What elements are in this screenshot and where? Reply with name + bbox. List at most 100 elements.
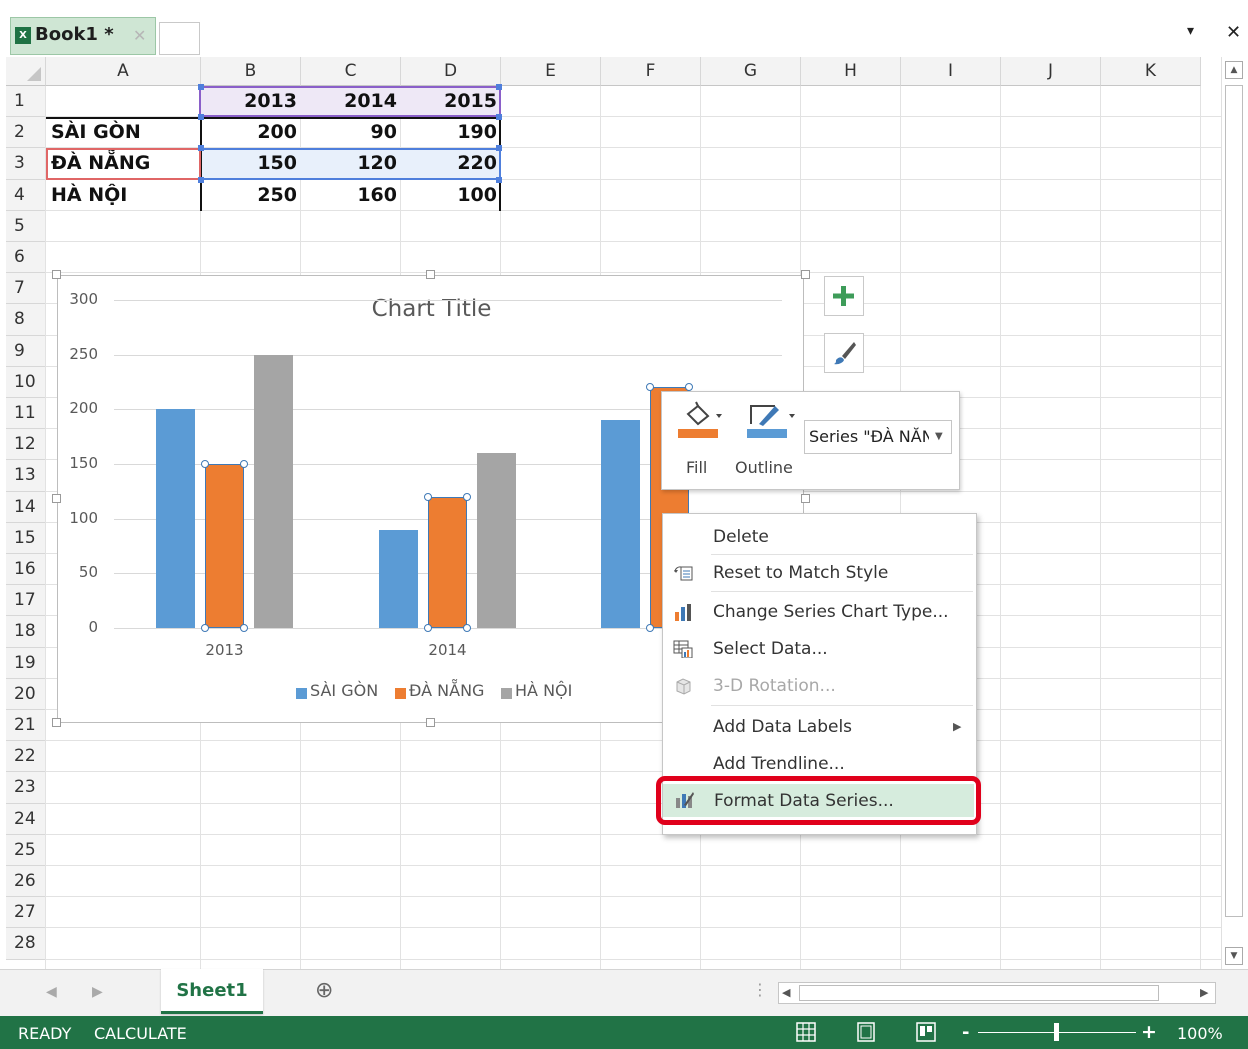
row-header[interactable]: 27 [6, 897, 46, 929]
range-handle[interactable] [496, 84, 502, 90]
zoom-slider-handle[interactable] [1054, 1023, 1059, 1041]
resize-handle[interactable] [426, 270, 435, 279]
add-sheet-icon[interactable]: ⊕ [315, 978, 333, 1003]
tab-sheet1[interactable]: Sheet1 [161, 969, 263, 1014]
range-handle[interactable] [198, 114, 204, 121]
row-header[interactable]: 10 [6, 366, 46, 398]
table-value-cell[interactable]: 190 [401, 117, 501, 148]
range-handle[interactable] [198, 176, 204, 183]
window-close-icon[interactable]: ✕ [1226, 22, 1241, 43]
row-header[interactable]: 16 [6, 554, 46, 586]
splitter-handle[interactable]: ⋮ [752, 980, 768, 999]
page-layout-icon[interactable] [856, 1022, 876, 1042]
row-header[interactable]: 1 [6, 86, 46, 118]
row-header[interactable]: 12 [6, 429, 46, 461]
bar-đà-nẵng-2014[interactable] [428, 496, 467, 628]
row-header[interactable]: 26 [6, 866, 46, 898]
menu-item-reset-to-match-style[interactable]: Reset to Match Style [663, 555, 976, 591]
resize-handle[interactable] [52, 494, 61, 503]
bar-sài-gòn-2014[interactable] [379, 529, 418, 628]
new-workbook-tab[interactable] [159, 22, 200, 55]
range-handle[interactable] [198, 84, 204, 90]
resize-handle[interactable] [801, 270, 810, 279]
row-header[interactable]: 19 [6, 647, 46, 679]
page-break-preview-icon[interactable] [916, 1022, 936, 1042]
scroll-down-icon[interactable]: ▼ [1225, 947, 1243, 965]
row-header[interactable]: 25 [6, 834, 46, 866]
bar-sài-gòn-2013[interactable] [156, 409, 195, 628]
row-header[interactable]: 21 [6, 710, 46, 742]
selection-handle[interactable] [424, 624, 432, 632]
table-row-label[interactable]: HÀ NỘI [49, 180, 201, 211]
row-header[interactable]: 2 [6, 117, 46, 149]
table-value-cell[interactable]: 200 [201, 117, 301, 148]
row-header[interactable]: 13 [6, 460, 46, 492]
range-handle[interactable] [496, 145, 502, 152]
row-header[interactable]: 3 [6, 148, 46, 180]
row-header[interactable]: 28 [6, 928, 46, 960]
zoom-out-button[interactable]: - [962, 1022, 969, 1043]
column-header[interactable]: C [301, 57, 401, 86]
legend-entry[interactable]: ĐÀ NẴNG [409, 681, 484, 700]
horizontal-scrollbar[interactable]: ◀ ▶ [778, 982, 1216, 1004]
selection-handle[interactable] [240, 460, 248, 468]
scroll-up-icon[interactable]: ▲ [1225, 61, 1243, 79]
range-handle[interactable] [198, 145, 204, 152]
column-header[interactable]: B [201, 57, 301, 86]
table-value-cell[interactable]: 90 [301, 117, 401, 148]
bar-sài-gòn-2015[interactable] [601, 420, 640, 628]
series-selector[interactable]: Series "ĐÀ NẴN ▼ [804, 420, 952, 454]
column-header[interactable]: I [901, 57, 1001, 86]
table-value-cell[interactable]: 160 [301, 180, 401, 211]
row-header[interactable]: 17 [6, 585, 46, 617]
row-header[interactable]: 15 [6, 522, 46, 554]
zoom-in-button[interactable]: + [1141, 1021, 1157, 1043]
table-value-cell[interactable]: 250 [201, 180, 301, 211]
select-all-corner[interactable] [6, 57, 46, 86]
normal-view-icon[interactable] [796, 1022, 816, 1042]
selection-handle[interactable] [201, 624, 209, 632]
row-header[interactable]: 8 [6, 304, 46, 336]
window-dropdown-icon[interactable]: ▾ [1187, 23, 1194, 39]
column-header[interactable]: D [401, 57, 501, 86]
row-header[interactable]: 6 [6, 242, 46, 274]
selection-handle[interactable] [463, 624, 471, 632]
vertical-scrollbar[interactable]: ▲ ▼ [1221, 57, 1246, 969]
bar-hà-nội-2014[interactable] [477, 453, 516, 628]
row-header[interactable]: 22 [6, 741, 46, 773]
zoom-level[interactable]: 100% [1177, 1024, 1223, 1043]
column-header[interactable]: H [801, 57, 901, 86]
bar-hà-nội-2013[interactable] [254, 354, 293, 628]
resize-handle[interactable] [52, 270, 61, 279]
resize-handle[interactable] [801, 494, 810, 503]
chart-elements-button[interactable] [824, 276, 864, 316]
range-handle[interactable] [496, 114, 502, 121]
scroll-left-icon[interactable]: ◀ [782, 986, 790, 999]
row-header[interactable]: 24 [6, 803, 46, 835]
row-header[interactable]: 18 [6, 616, 46, 648]
menu-item-format-data-series[interactable]: Format Data Series... [656, 776, 981, 825]
row-header[interactable]: 9 [6, 335, 46, 367]
sheet-prev-icon[interactable]: ◀ [46, 984, 57, 1000]
outline-button[interactable]: Outline [735, 400, 805, 478]
menu-item-add-data-labels[interactable]: Add Data Labels ▶ [663, 709, 976, 745]
scroll-right-icon[interactable]: ▶ [1200, 986, 1208, 999]
table-row-label[interactable]: SÀI GÒN [49, 117, 201, 148]
range-handle[interactable] [496, 176, 502, 183]
resize-handle[interactable] [52, 718, 61, 727]
row-header[interactable]: 20 [6, 678, 46, 710]
row-header[interactable]: 7 [6, 273, 46, 305]
column-header[interactable]: F [601, 57, 701, 86]
bar-đà-nẵng-2013[interactable] [205, 464, 244, 628]
column-header[interactable]: E [501, 57, 601, 86]
fill-button[interactable]: Fill [676, 400, 726, 478]
selection-handle[interactable] [201, 460, 209, 468]
status-calculate[interactable]: CALCULATE [94, 1024, 187, 1043]
row-header[interactable]: 4 [6, 179, 46, 211]
legend-entry[interactable]: SÀI GÒN [310, 681, 378, 700]
menu-item-change-series-chart-type[interactable]: Change Series Chart Type... [663, 594, 976, 630]
resize-handle[interactable] [426, 718, 435, 727]
selection-handle[interactable] [240, 624, 248, 632]
menu-item-delete[interactable]: Delete [663, 519, 976, 555]
sheet-next-icon[interactable]: ▶ [92, 984, 103, 1000]
